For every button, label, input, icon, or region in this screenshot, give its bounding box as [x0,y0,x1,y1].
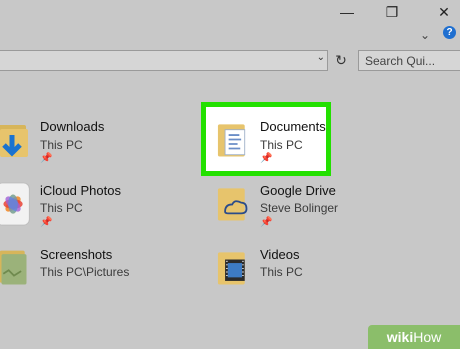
item-title: Downloads [40,119,105,134]
ribbon-bar: ⌄ [0,24,460,46]
downloads-folder-icon [0,125,28,157]
quick-access-item-videos[interactable]: Videos This PC [215,245,415,305]
minimize-button[interactable]: — [336,2,358,22]
quick-access-item-documents[interactable]: Documents This PC 📌 [215,117,415,177]
item-title: Videos [260,247,300,262]
address-dropdown-icon[interactable]: ⌄ [317,52,325,63]
quick-access-item-screenshots[interactable]: Screenshots This PC\Pictures [0,245,200,305]
google-drive-folder-icon [217,188,248,221]
item-title: iCloud Photos [40,183,121,198]
item-subtitle: This PC [260,265,303,279]
pin-icon: 📌 [40,153,53,164]
close-button[interactable]: ✕ [433,2,455,22]
restore-button[interactable]: ❐ [381,2,403,22]
pin-icon: 📌 [260,217,273,228]
pin-icon: 📌 [260,153,273,164]
quick-access-item-google-drive[interactable]: Google Drive Steve Bolinger 📌 [215,181,415,241]
ribbon-toggle-icon[interactable]: ⌄ [420,28,430,42]
item-title: Documents [260,119,326,134]
item-title: Screenshots [40,247,113,262]
item-subtitle: This PC\Pictures [40,265,130,279]
search-input[interactable]: Search Qui... [358,50,460,71]
brand-wiki: wiki [386,329,414,345]
refresh-button[interactable]: ↻ [331,50,351,71]
title-bar: — ❐ ✕ [0,0,460,24]
wikihow-watermark: wiki How [368,325,460,349]
screenshots-folder-icon [0,250,27,285]
item-subtitle: This PC [40,138,83,152]
pin-icon: 📌 [40,217,53,228]
item-title: Google Drive [260,183,336,198]
quick-access-item-downloads[interactable]: Downloads This PC 📌 [0,117,200,177]
icloud-photos-icon [0,182,30,226]
item-subtitle: Steve Bolinger [260,201,339,215]
videos-folder-icon [217,252,245,285]
brand-how: How [413,329,442,345]
address-bar[interactable]: ⌄ [0,50,328,71]
documents-folder-icon [217,124,246,157]
item-subtitle: This PC [260,138,303,152]
help-icon[interactable]: ? [443,26,456,39]
quick-access-item-icloud-photos[interactable]: iCloud Photos This PC 📌 [0,181,200,241]
item-subtitle: This PC [40,201,83,215]
